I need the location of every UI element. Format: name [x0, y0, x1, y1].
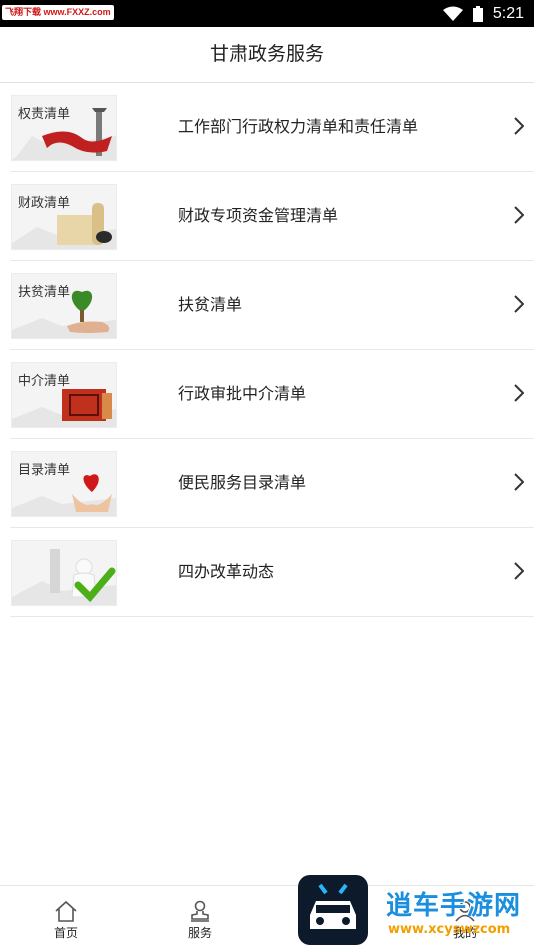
list-item-finance[interactable]: 财政清单 财政专项资金管理清单 — [10, 172, 534, 261]
row-title: 便民服务目录清单 — [178, 473, 307, 492]
service-list: 权责清单 工作部门行政权力清单和责任清单 财政清单 财政专项资金管理清单 扶贫清… — [0, 83, 534, 617]
car-icon — [310, 883, 356, 929]
clock: 5:21 — [492, 4, 524, 22]
watermark-logo — [298, 875, 368, 945]
chevron-right-icon — [514, 473, 524, 491]
thumb-authority: 权责清单 — [11, 95, 117, 161]
chevron-right-icon — [514, 206, 524, 224]
row-title: 财政专项资金管理清单 — [178, 206, 339, 225]
list-item-reform-news[interactable]: 四办改革动态 — [10, 528, 534, 617]
row-title: 行政审批中介清单 — [178, 384, 307, 403]
person-stamp-icon — [191, 900, 209, 922]
thumb-reform-news — [11, 540, 117, 606]
home-icon — [55, 900, 77, 922]
watermark: 飞翔下载 www.FXXZ.com — [2, 5, 114, 20]
battery-icon — [472, 5, 483, 22]
list-item-directory[interactable]: 目录清单 便民服务目录清单 — [10, 439, 534, 528]
page-title: 甘肃政务服务 — [0, 27, 534, 83]
thumb-label: 中介清单 — [18, 374, 71, 389]
list-item-poverty[interactable]: 扶贫清单 扶贫清单 — [10, 261, 534, 350]
tab-label: 首页 — [53, 926, 78, 940]
tab-home[interactable]: 首页 — [31, 886, 101, 950]
thumb-label: 目录清单 — [18, 463, 71, 478]
tab-service[interactable]: 服务 — [165, 886, 235, 950]
thumb-label: 财政清单 — [18, 196, 71, 211]
thumb-directory: 目录清单 — [11, 451, 117, 517]
thumb-intermediary: 中介清单 — [11, 362, 117, 428]
chevron-right-icon — [514, 384, 524, 402]
chevron-right-icon — [514, 562, 524, 580]
row-title: 工作部门行政权力清单和责任清单 — [178, 117, 419, 136]
wifi-icon — [442, 6, 463, 21]
chevron-right-icon — [514, 117, 524, 135]
row-title: 扶贫清单 — [178, 295, 243, 314]
tab-label: 服务 — [187, 926, 212, 940]
watermark-url: www.xcyswzcom — [388, 922, 511, 937]
row-title: 四办改革动态 — [178, 562, 275, 581]
thumb-label: 权责清单 — [18, 107, 71, 122]
status-bar: 飞翔下载 www.FXXZ.com 5:21 — [0, 0, 534, 27]
list-item-intermediary[interactable]: 中介清单 行政审批中介清单 — [10, 350, 534, 439]
checkmark-icon — [12, 549, 116, 605]
watermark-brand: 逍车手游网 — [386, 891, 522, 921]
thumb-finance: 财政清单 — [11, 184, 117, 250]
chevron-right-icon — [514, 295, 524, 313]
thumb-label: 扶贫清单 — [18, 285, 71, 300]
thumb-poverty: 扶贫清单 — [11, 273, 117, 339]
list-item-authority[interactable]: 权责清单 工作部门行政权力清单和责任清单 — [10, 83, 534, 172]
